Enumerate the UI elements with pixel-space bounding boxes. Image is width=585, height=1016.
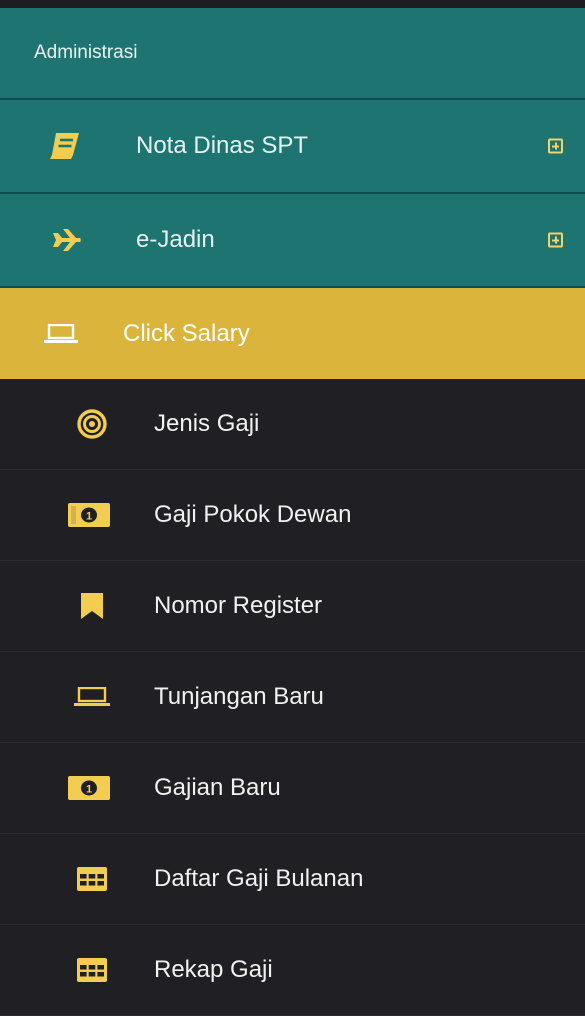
table-icon [76, 957, 108, 983]
expand-plus-icon[interactable] [548, 138, 563, 154]
section-header-administrasi: Administrasi [0, 8, 585, 100]
sidebar-subitem-jenis-gaji[interactable]: Jenis Gaji [0, 379, 585, 470]
money-bill-icon: 1 [68, 502, 110, 528]
sidebar-subitem-label: Tunjangan Baru [154, 683, 324, 710]
sidebar-subitem-nomor-register[interactable]: Nomor Register [0, 561, 585, 652]
sidebar-subitem-tunjangan-baru[interactable]: Tunjangan Baru [0, 652, 585, 743]
sidebar-subitem-rekap-gaji[interactable]: Rekap Gaji [0, 925, 585, 1016]
sidebar-subitem-label: Gaji Pokok Dewan [154, 501, 352, 528]
sidebar-subitem-label: Rekap Gaji [154, 956, 273, 983]
sidebar-subitem-daftar-gaji-bulanan[interactable]: Daftar Gaji Bulanan [0, 834, 585, 925]
svg-text:1: 1 [86, 511, 92, 523]
svg-text:1: 1 [86, 784, 92, 796]
laptop-icon [44, 323, 78, 345]
bookmark-icon [80, 592, 104, 620]
sidebar-subitem-gajian-baru[interactable]: 1 Gajian Baru [0, 743, 585, 834]
sidebar-item-click-salary[interactable]: Click Salary [0, 288, 585, 379]
table-icon [76, 866, 108, 892]
sidebar-item-label: e-Jadin [136, 226, 215, 253]
laptop-icon [74, 686, 110, 708]
sidebar-item-e-jadin[interactable]: e-Jadin [0, 194, 585, 288]
plane-icon [52, 228, 82, 252]
sidebar-subitem-gaji-pokok-dewan[interactable]: 1 Gaji Pokok Dewan [0, 470, 585, 561]
sidebar-item-label: Click Salary [123, 319, 250, 347]
sidebar-top-strip [0, 0, 585, 8]
book-icon [48, 131, 82, 161]
sidebar-subitem-label: Nomor Register [154, 592, 323, 619]
sidebar: Administrasi Nota Dinas SPT e-Jadin Clic… [0, 0, 585, 1016]
bullseye-icon [76, 408, 108, 440]
sidebar-item-label: Nota Dinas SPT [136, 132, 309, 159]
sidebar-subitem-label: Daftar Gaji Bulanan [154, 865, 364, 892]
money-bill-icon: 1 [68, 775, 110, 801]
expand-plus-icon[interactable] [548, 232, 563, 248]
sidebar-item-nota-dinas-spt[interactable]: Nota Dinas SPT [0, 100, 585, 194]
sidebar-subitem-label: Gajian Baru [154, 774, 281, 801]
sidebar-subitem-label: Jenis Gaji [154, 410, 260, 437]
